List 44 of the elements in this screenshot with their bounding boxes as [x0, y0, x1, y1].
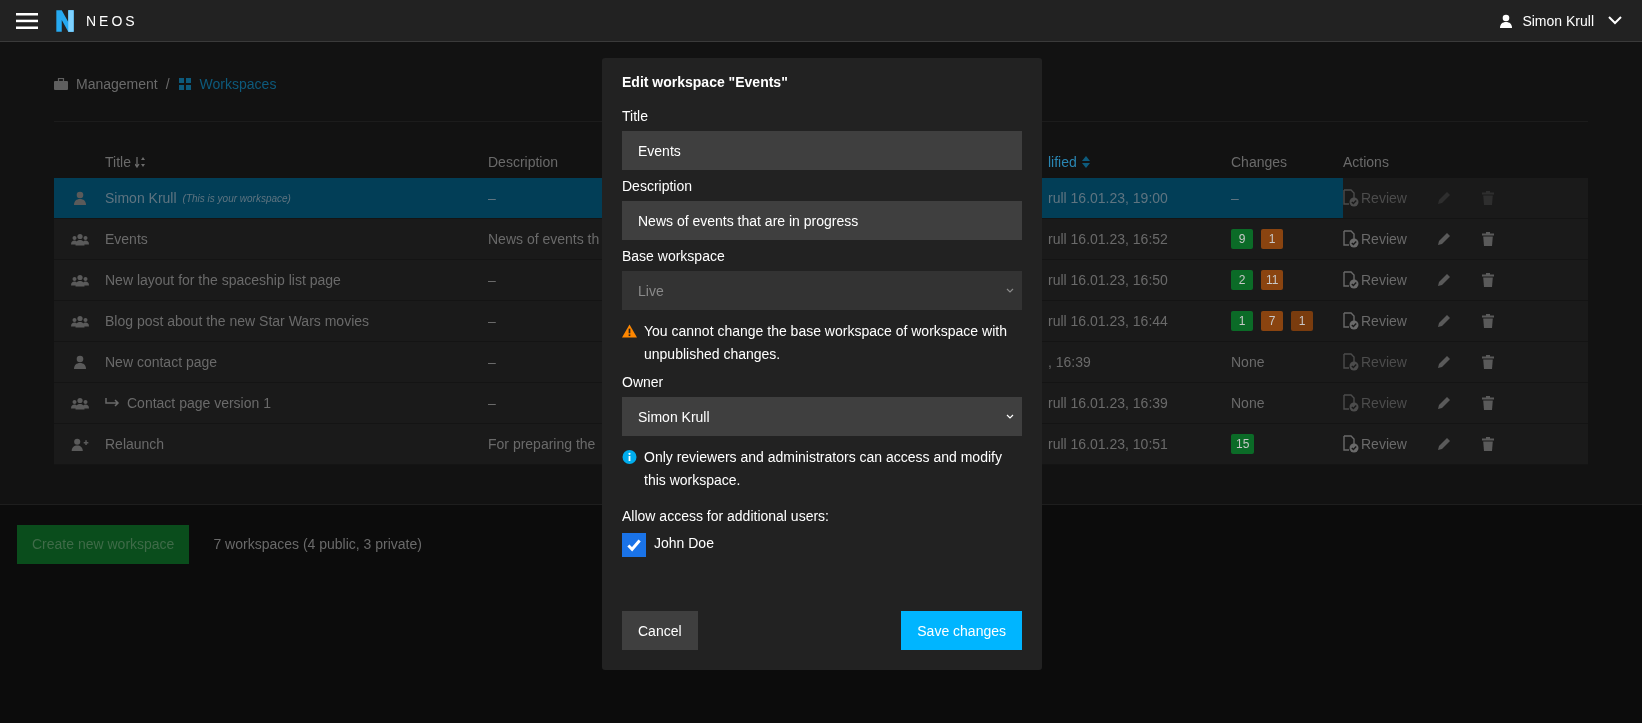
change-count: 1 [1231, 311, 1253, 331]
workspace-count: 7 workspaces (4 public, 3 private) [213, 536, 422, 552]
workspace-title: Simon Krull [105, 190, 177, 206]
workspace-title: New layout for the spaceship list page [105, 272, 341, 288]
field-label: Title [622, 108, 649, 124]
table-cell: rull 16.01.23, 16:50 [1048, 272, 1168, 288]
field-hint: You cannot change the base workspace of workspace with unpublished changes. [644, 322, 1008, 364]
table-cell: News of events th [488, 231, 600, 247]
change-count: 1 [1291, 311, 1313, 331]
workspace-title: Events [105, 231, 148, 247]
field-label: Description [622, 178, 694, 194]
field-label: Owner [622, 374, 665, 390]
change-count: 15 [1231, 434, 1255, 454]
field-label: Allow access for additional users: [622, 508, 830, 524]
table-cell: – [1231, 190, 1239, 206]
table-cell: – [488, 190, 496, 206]
workspace-title: New contact page [105, 354, 218, 370]
change-count: 2 [1231, 270, 1253, 290]
table-cell: rull 16.01.23, 16:44 [1048, 313, 1168, 329]
table-cell: rull 16.01.23, 16:52 [1048, 231, 1168, 247]
table-cell: None [1231, 395, 1265, 411]
breadcrumb-separator: / [165, 75, 170, 92]
table-cell: – [488, 354, 496, 370]
table-cell: rull 16.01.23, 16:39 [1048, 395, 1168, 411]
brand-name: NEOS [86, 12, 138, 29]
table-cell: rull 16.01.23, 19:00 [1048, 190, 1168, 206]
change-count: 1 [1261, 229, 1283, 249]
dialog-title: Edit workspace "Events" [622, 74, 789, 90]
workspace-title: Blog post about the new Star Wars movies [105, 313, 370, 329]
table-cell: – [488, 313, 496, 329]
change-count: 11 [1261, 270, 1284, 290]
table-cell: , 16:39 [1048, 354, 1091, 370]
table-cell: For preparing the [488, 436, 596, 452]
workspace-title: Relaunch [105, 436, 165, 452]
change-count: 9 [1231, 229, 1253, 249]
table-cell: rull 16.01.23, 10:51 [1048, 436, 1168, 452]
field-hint: Only reviewers and administrators can access and modify this workspace. [644, 448, 1003, 490]
table-cell: – [488, 395, 496, 411]
table-cell: – [488, 272, 496, 288]
workspace-title: Contact page version 1 [127, 395, 271, 411]
table-cell: None [1231, 354, 1265, 370]
workspace-note: (This is your workspace) [182, 192, 291, 204]
field-label: Base workspace [622, 248, 726, 264]
change-count: 7 [1261, 311, 1283, 331]
